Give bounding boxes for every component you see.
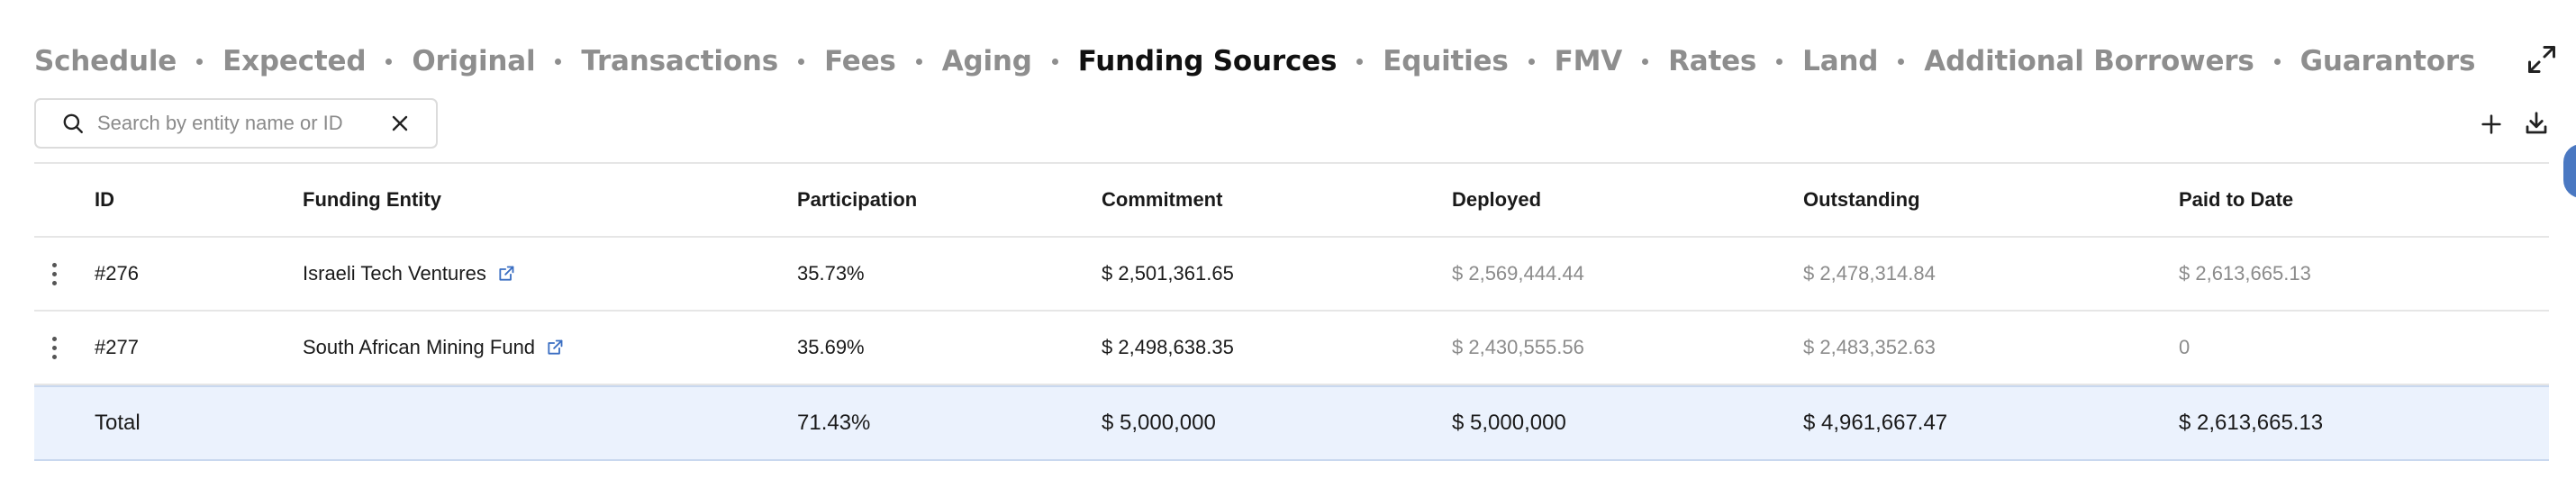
- column-header-outstanding[interactable]: Outstanding: [1803, 164, 1920, 236]
- tab-aging[interactable]: Aging: [942, 45, 1032, 77]
- kebab-icon[interactable]: [43, 238, 65, 310]
- tab-rates[interactable]: Rates: [1668, 45, 1756, 77]
- tab-transactions[interactable]: Transactions: [581, 45, 778, 77]
- total-deployed: $ 5,000,000: [1452, 411, 1566, 435]
- tab-separator: [1642, 58, 1649, 65]
- entity-name: Israeli Tech Ventures: [303, 262, 486, 285]
- expand-icon[interactable]: [2526, 43, 2558, 76]
- table-row: #276 Israeli Tech Ventures 35.73% $ 2,50…: [34, 238, 2549, 312]
- tab-separator: [385, 58, 393, 65]
- tab-schedule[interactable]: Schedule: [34, 45, 177, 77]
- row-participation: 35.73%: [797, 262, 865, 285]
- tab-separator: [798, 58, 805, 65]
- row-id: #277: [95, 336, 139, 358]
- funding-sources-table: ID Funding Entity Participation Commitme…: [34, 162, 2549, 461]
- row-outstanding: $ 2,478,314.84: [1803, 262, 1936, 285]
- row-deployed: $ 2,430,555.56: [1452, 336, 1584, 358]
- row-commitment: $ 2,498,638.35: [1102, 336, 1234, 358]
- tab-expected[interactable]: Expected: [222, 45, 366, 77]
- tab-separator: [915, 58, 922, 65]
- total-outstanding: $ 4,961,667.47: [1803, 411, 1948, 435]
- tab-funding-sources[interactable]: Funding Sources: [1078, 45, 1338, 77]
- tab-separator: [1356, 58, 1364, 65]
- total-commitment: $ 5,000,000: [1102, 411, 1216, 435]
- row-commitment: $ 2,501,361.65: [1102, 262, 1234, 285]
- side-widget-edge[interactable]: [2563, 144, 2576, 198]
- tab-bar: Schedule Expected Original Transactions …: [34, 41, 2475, 81]
- tab-separator: [2273, 58, 2281, 65]
- tab-additional-borrowers[interactable]: Additional Borrowers: [1924, 45, 2254, 77]
- search-input[interactable]: [97, 112, 389, 135]
- tab-separator: [555, 58, 562, 65]
- row-funding-entity: Israeli Tech Ventures: [303, 238, 515, 310]
- tab-separator: [1528, 58, 1535, 65]
- tab-equities[interactable]: Equities: [1383, 45, 1509, 77]
- tab-separator: [1776, 58, 1783, 65]
- tab-guarantors[interactable]: Guarantors: [2300, 45, 2476, 77]
- row-participation: 35.69%: [797, 336, 865, 358]
- row-funding-entity: South African Mining Fund: [303, 312, 564, 384]
- column-header-funding-entity[interactable]: Funding Entity: [303, 164, 441, 236]
- download-icon[interactable]: [2523, 110, 2550, 137]
- search-box: [34, 98, 438, 149]
- table-row: #277 South African Mining Fund 35.69% $ …: [34, 312, 2549, 385]
- tab-separator: [1051, 58, 1058, 65]
- row-paid-to-date: 0: [2179, 336, 2191, 358]
- search-icon: [63, 113, 83, 133]
- entity-name: South African Mining Fund: [303, 336, 536, 358]
- column-header-participation[interactable]: Participation: [797, 164, 917, 236]
- table-header-row: ID Funding Entity Participation Commitme…: [34, 164, 2549, 238]
- plus-icon[interactable]: [2479, 112, 2504, 137]
- column-header-commitment[interactable]: Commitment: [1102, 164, 1222, 236]
- tab-separator: [1898, 58, 1905, 65]
- external-link-icon[interactable]: [546, 339, 564, 357]
- row-paid-to-date: $ 2,613,665.13: [2179, 262, 2311, 285]
- total-paid-to-date: $ 2,613,665.13: [2179, 411, 2324, 435]
- total-participation: 71.43%: [797, 411, 871, 435]
- tab-land[interactable]: Land: [1802, 45, 1878, 77]
- tab-fees[interactable]: Fees: [824, 45, 896, 77]
- column-header-paid-to-date[interactable]: Paid to Date: [2179, 164, 2293, 236]
- table-total-row: Total 71.43% $ 5,000,000 $ 5,000,000 $ 4…: [34, 385, 2549, 461]
- external-link-icon[interactable]: [497, 265, 515, 283]
- row-outstanding: $ 2,483,352.63: [1803, 336, 1936, 358]
- row-deployed: $ 2,569,444.44: [1452, 262, 1584, 285]
- tab-fmv[interactable]: FMV: [1555, 45, 1623, 77]
- row-id: #276: [95, 262, 139, 285]
- close-icon[interactable]: [389, 113, 411, 134]
- kebab-icon[interactable]: [43, 312, 65, 384]
- tab-original[interactable]: Original: [412, 45, 535, 77]
- tab-separator: [196, 58, 204, 65]
- column-header-id[interactable]: ID: [95, 164, 114, 236]
- column-header-deployed[interactable]: Deployed: [1452, 164, 1541, 236]
- total-label: Total: [95, 411, 141, 435]
